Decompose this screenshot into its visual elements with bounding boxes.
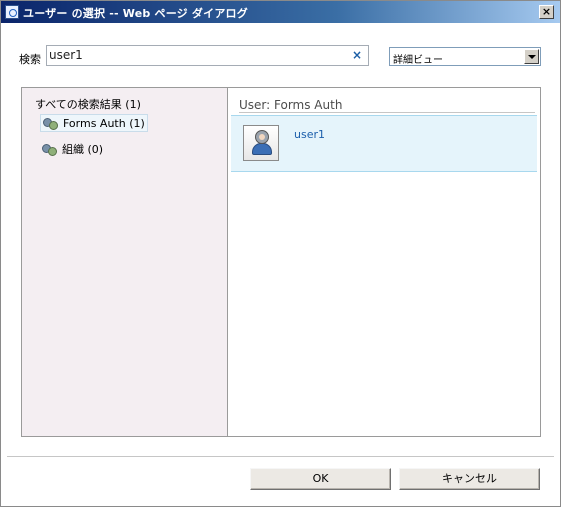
ie-window-icon [5, 5, 19, 19]
chevron-down-icon[interactable] [524, 49, 539, 64]
result-user-name[interactable]: user1 [294, 128, 325, 141]
search-label: 検索 [19, 53, 41, 66]
cancel-button[interactable]: キャンセル [399, 468, 540, 490]
tree-item-organization[interactable]: 組織 (0) [40, 140, 105, 158]
clear-search-icon[interactable]: × [352, 48, 362, 62]
view-select-value: 詳細ビュー [393, 55, 443, 66]
view-select[interactable]: 詳細ビュー [389, 47, 541, 66]
section-header: User: Forms Auth [239, 98, 535, 113]
search-input-value: user1 [49, 48, 83, 62]
tree-item-forms-auth[interactable]: Forms Auth (1) [40, 114, 148, 132]
people-picker-dialog: ユーザー の選択 -- Web ページ ダイアログ × 検索 user1 × 詳… [0, 0, 561, 507]
results-tree-panel: すべての検索結果 (1) Forms Auth (1) 組織 (0) [22, 88, 228, 436]
result-row[interactable]: user1 [231, 115, 537, 172]
window-title: ユーザー の選択 -- Web ページ ダイアログ [23, 7, 248, 20]
user-avatar-icon [243, 125, 279, 161]
ok-button[interactable]: OK [250, 468, 391, 490]
results-frame: すべての検索結果 (1) Forms Auth (1) 組織 (0) User:… [21, 87, 541, 437]
footer-divider [7, 456, 554, 457]
results-detail-panel: User: Forms Auth user1 [229, 88, 540, 436]
close-button[interactable]: × [539, 5, 554, 19]
tree-item-label: Forms Auth (1) [63, 116, 145, 130]
group-icon [42, 142, 58, 156]
title-bar[interactable]: ユーザー の選択 -- Web ページ ダイアログ × [1, 1, 560, 23]
tree-item-label: 組織 (0) [62, 143, 104, 156]
all-results-link[interactable]: すべての検索結果 (1) [35, 96, 141, 112]
search-input[interactable]: user1 × [46, 45, 369, 66]
group-icon [43, 116, 59, 130]
